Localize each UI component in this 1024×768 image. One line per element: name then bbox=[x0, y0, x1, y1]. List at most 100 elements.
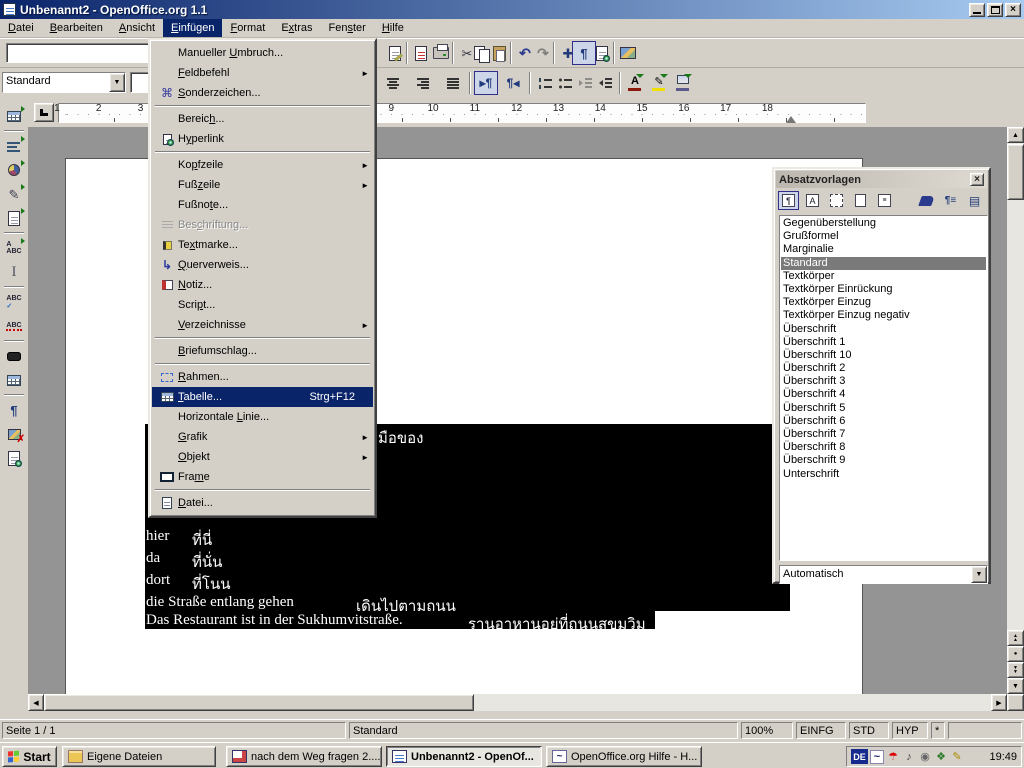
load-url-field[interactable] bbox=[6, 43, 149, 63]
align-center-button[interactable] bbox=[381, 71, 405, 95]
insert-picture-button[interactable] bbox=[616, 41, 640, 65]
paste-button[interactable] bbox=[487, 41, 511, 65]
autotext-button[interactable]: AABC bbox=[2, 236, 26, 260]
restore-button[interactable]: ↷ bbox=[531, 41, 555, 65]
menu-datei[interactable]: Datei bbox=[0, 19, 42, 37]
taskbar-item-help[interactable]: ~ OpenOffice.org Hilfe - H... bbox=[546, 746, 702, 767]
align-right-button[interactable] bbox=[411, 71, 435, 95]
vertical-scroll-thumb[interactable] bbox=[1007, 144, 1024, 200]
highlighting-button[interactable]: ✎ bbox=[647, 71, 671, 95]
status-page-style[interactable]: Standard bbox=[349, 722, 738, 739]
data-sources-button[interactable] bbox=[2, 368, 26, 392]
menu-item-bereich[interactable]: Bereich... bbox=[152, 109, 373, 129]
paragraph-style-combo[interactable]: Standard ▼ bbox=[2, 72, 126, 93]
right-to-left-button[interactable]: ¶◂ bbox=[501, 71, 525, 95]
spellcheck-button[interactable]: ABC✓ bbox=[2, 290, 26, 314]
print-button[interactable] bbox=[429, 41, 453, 65]
style-list-item[interactable]: Überschrift 2 bbox=[781, 362, 986, 375]
justify-button[interactable] bbox=[441, 71, 465, 95]
numbering-styles-button[interactable]: ≡ bbox=[874, 191, 895, 210]
gallery-button[interactable] bbox=[590, 41, 614, 65]
status-insert-mode[interactable]: EINFG bbox=[796, 722, 846, 739]
insert-button[interactable] bbox=[2, 104, 26, 128]
style-list-item[interactable]: Textkörper bbox=[781, 270, 986, 283]
menu-item-feldbefehl[interactable]: Feldbefehl► bbox=[152, 63, 373, 83]
style-list-item[interactable]: Überschrift 6 bbox=[781, 415, 986, 428]
scroll-left-button[interactable]: ◀ bbox=[28, 694, 44, 711]
minimize-button[interactable] bbox=[969, 3, 985, 17]
new-style-from-selection-button[interactable]: ¶≡ bbox=[940, 191, 961, 210]
paragraph-styles-button[interactable]: ¶ bbox=[778, 191, 799, 210]
menu-item-frame[interactable]: Frame bbox=[152, 467, 373, 487]
form-functions-button[interactable] bbox=[2, 206, 26, 230]
mouse-settings-icon[interactable]: ◉ bbox=[918, 750, 932, 764]
scroll-down-button[interactable]: ▼ bbox=[1007, 678, 1024, 694]
style-list-item[interactable]: Überschrift 4 bbox=[781, 388, 986, 401]
style-list-item[interactable]: Überschrift 10 bbox=[781, 349, 986, 362]
vertical-scrollbar[interactable]: ▲ ▲▲ ● ▼▼ ▼ bbox=[1007, 127, 1024, 694]
style-list-item[interactable]: Überschrift 1 bbox=[781, 336, 986, 349]
style-list-item[interactable]: Überschrift 7 bbox=[781, 428, 986, 441]
edit-file-button[interactable] bbox=[383, 41, 407, 65]
menu-item-hyperlink[interactable]: Hyperlink bbox=[152, 129, 373, 149]
insert-fields-button[interactable] bbox=[2, 134, 26, 158]
scroll-right-button[interactable]: ▶ bbox=[991, 694, 1007, 711]
menu-item-horizontale-linie[interactable]: Horizontale Linie... bbox=[152, 407, 373, 427]
menu-item-querverweis[interactable]: ↳Querverweis... bbox=[152, 255, 373, 275]
left-to-right-button[interactable]: ▸¶ bbox=[474, 71, 498, 95]
stylist-title-bar[interactable]: Absatzvorlagen × bbox=[776, 171, 987, 188]
direct-cursor-button[interactable]: I bbox=[2, 260, 26, 284]
style-list-item[interactable]: Textkörper Einzug bbox=[781, 296, 986, 309]
insert-objects-button[interactable] bbox=[2, 158, 26, 182]
chevron-down-icon[interactable]: ▼ bbox=[971, 566, 987, 583]
menu-item-rahmen[interactable]: Rahmen... bbox=[152, 367, 373, 387]
maximize-button[interactable] bbox=[987, 3, 1003, 17]
menu-item-fusszeile[interactable]: Fußzeile► bbox=[152, 175, 373, 195]
menu-item-textmarke[interactable]: Textmarke... bbox=[152, 235, 373, 255]
menu-item-briefumschlag[interactable]: Briefumschlag... bbox=[152, 341, 373, 361]
horizontal-scrollbar[interactable]: ◀ ▶ bbox=[28, 694, 1007, 711]
quickstarter-icon[interactable]: ~ bbox=[870, 750, 884, 764]
language-indicator[interactable]: DE bbox=[851, 749, 868, 764]
menu-extras[interactable]: Extras bbox=[273, 19, 320, 37]
style-list-item[interactable]: Grußformel bbox=[781, 230, 986, 243]
status-zoom[interactable]: 100% bbox=[741, 722, 793, 739]
update-style-button[interactable]: ▤ bbox=[964, 191, 985, 210]
draw-functions-button[interactable]: ✎ bbox=[2, 182, 26, 206]
graphics-on-off-button[interactable]: ✗ bbox=[2, 422, 26, 446]
menu-item-objekt[interactable]: Objekt► bbox=[152, 447, 373, 467]
horizontal-scroll-thumb[interactable] bbox=[44, 694, 474, 711]
volume-icon[interactable]: ♪ bbox=[902, 750, 916, 764]
font-name-combo[interactable] bbox=[130, 72, 149, 93]
removable-hardware-icon[interactable]: ❖ bbox=[934, 750, 948, 764]
style-list-item[interactable]: Überschrift 5 bbox=[781, 402, 986, 415]
online-layout-button[interactable] bbox=[2, 446, 26, 470]
style-list-item[interactable]: Textkörper Einrückung bbox=[781, 283, 986, 296]
status-hyperlink-mode[interactable]: HYP bbox=[892, 722, 928, 739]
frame-styles-button[interactable] bbox=[826, 191, 847, 210]
previous-page-button[interactable]: ▲▲ bbox=[1007, 630, 1024, 646]
menu-item-script[interactable]: Script... bbox=[152, 295, 373, 315]
scroll-up-button[interactable]: ▲ bbox=[1007, 127, 1024, 143]
nonprinting-characters-button[interactable]: ¶ bbox=[2, 398, 26, 422]
menu-item-datei[interactable]: Datei... bbox=[152, 493, 373, 513]
menu-item-fussnote[interactable]: Fußnote... bbox=[152, 195, 373, 215]
menu-item-tabelle[interactable]: Tabelle...Strg+F12 bbox=[152, 387, 373, 407]
menu-item-notiz[interactable]: Notiz... bbox=[152, 275, 373, 295]
start-button[interactable]: Start bbox=[2, 746, 57, 767]
style-list-item[interactable]: Überschrift bbox=[781, 323, 986, 336]
increase-indent-button[interactable] bbox=[593, 71, 617, 95]
menu-item-kopfzeile[interactable]: Kopfzeile► bbox=[152, 155, 373, 175]
chevron-down-icon[interactable]: ▼ bbox=[109, 73, 125, 92]
menu-item-sonderzeichen[interactable]: ⌘Sonderzeichen... bbox=[152, 83, 373, 103]
style-list-item[interactable]: Standard bbox=[781, 257, 986, 270]
menu-einfuegen[interactable]: Einfügen bbox=[163, 19, 222, 37]
font-color-button[interactable]: A bbox=[623, 71, 647, 95]
fill-format-mode-button[interactable] bbox=[916, 191, 937, 210]
right-indent-marker[interactable] bbox=[786, 116, 796, 123]
menu-format[interactable]: Format bbox=[222, 19, 273, 37]
taskbar-item-writer[interactable]: Unbenannt2 - OpenOf... bbox=[386, 746, 542, 767]
status-selection-mode[interactable]: STD bbox=[849, 722, 889, 739]
menu-item-verzeichnisse[interactable]: Verzeichnisse► bbox=[152, 315, 373, 335]
style-list-item[interactable]: Überschrift 3 bbox=[781, 375, 986, 388]
